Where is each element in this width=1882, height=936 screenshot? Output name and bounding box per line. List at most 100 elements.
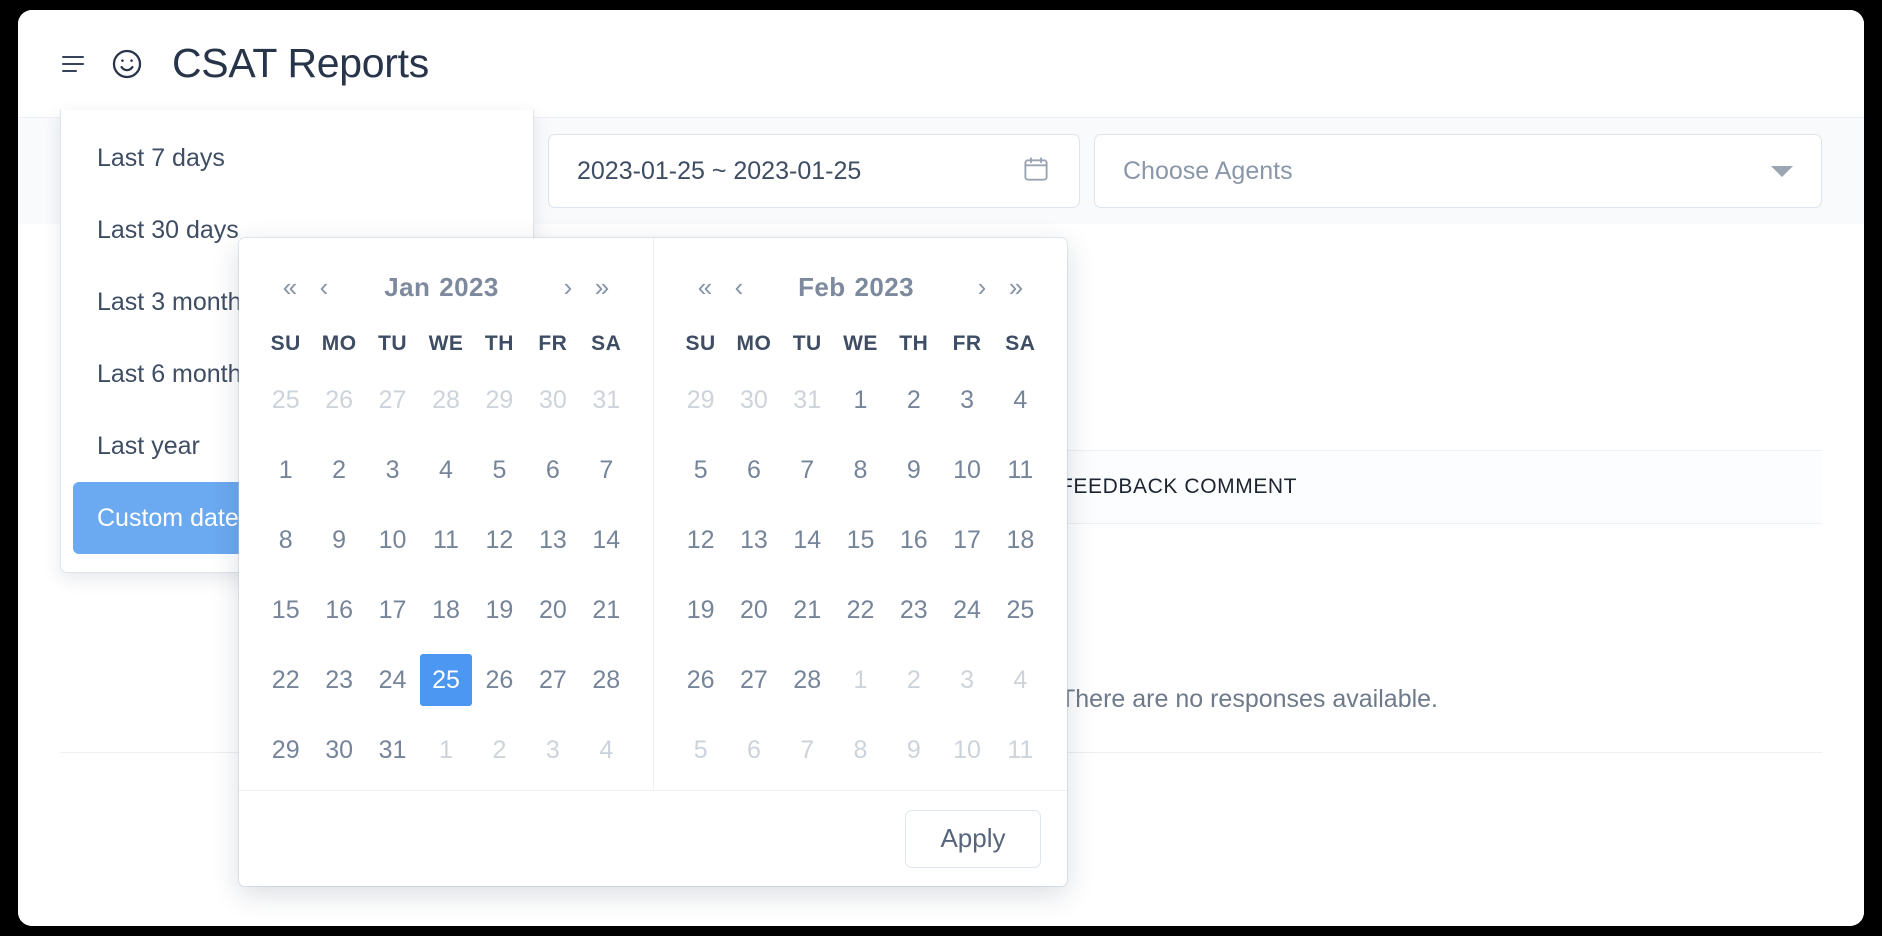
calendar-day[interactable]: 10 (940, 724, 993, 776)
calendar-day[interactable]: 4 (419, 444, 472, 496)
calendar-day[interactable]: 11 (419, 514, 472, 566)
prev-month-icon[interactable]: ‹ (307, 274, 341, 300)
calendar-day[interactable]: 27 (526, 654, 579, 706)
prev-year-icon[interactable]: « (273, 274, 307, 300)
calendar-day[interactable]: 18 (419, 584, 472, 636)
calendar-day[interactable]: 11 (994, 444, 1047, 496)
calendar-day[interactable]: 19 (473, 584, 526, 636)
calendar-day[interactable]: 28 (419, 374, 472, 426)
calendar-day[interactable]: 3 (366, 444, 419, 496)
calendar-day[interactable]: 22 (834, 584, 887, 636)
calendar-day[interactable]: 11 (994, 724, 1047, 776)
weekday-th: TH (484, 332, 514, 355)
calendar-day[interactable]: 26 (674, 654, 727, 706)
calendar-day[interactable]: 20 (727, 584, 780, 636)
option-last-7-days[interactable]: Last 7 days (73, 122, 521, 194)
next-year-icon[interactable]: » (585, 274, 619, 300)
calendar-day[interactable]: 17 (366, 584, 419, 636)
calendar-day[interactable]: 2 (887, 654, 940, 706)
calendar-day[interactable]: 12 (473, 514, 526, 566)
calendar-day[interactable]: 20 (526, 584, 579, 636)
calendar-day[interactable]: 12 (674, 514, 727, 566)
calendar-day[interactable]: 7 (781, 724, 834, 776)
calendar-day[interactable]: 16 (312, 584, 365, 636)
calendar-day[interactable]: 8 (834, 724, 887, 776)
calendar-day[interactable]: 4 (994, 374, 1047, 426)
calendar-day[interactable]: 16 (887, 514, 940, 566)
calendar-day[interactable]: 29 (259, 724, 312, 776)
calendar-day[interactable]: 24 (366, 654, 419, 706)
apply-button[interactable]: Apply (905, 809, 1041, 868)
calendar-day[interactable]: 7 (580, 444, 633, 496)
calendar-day[interactable]: 15 (259, 584, 312, 636)
calendar-day[interactable]: 1 (259, 444, 312, 496)
calendar-day[interactable]: 15 (834, 514, 887, 566)
calendar-day[interactable]: 30 (526, 374, 579, 426)
calendar-day[interactable]: 14 (580, 514, 633, 566)
calendar-day[interactable]: 2 (312, 444, 365, 496)
calendar-day[interactable]: 26 (473, 654, 526, 706)
calendar-day[interactable]: 6 (727, 724, 780, 776)
calendar-day[interactable]: 27 (366, 374, 419, 426)
date-range-input[interactable]: 2023-01-25 ~ 2023-01-25 (548, 134, 1080, 208)
calendar-day[interactable]: 31 (781, 374, 834, 426)
calendar-day[interactable]: 21 (781, 584, 834, 636)
agents-select[interactable]: Choose Agents (1094, 134, 1822, 208)
calendar-day[interactable]: 3 (940, 654, 993, 706)
calendar-day[interactable]: 30 (312, 724, 365, 776)
calendar-day[interactable]: 13 (526, 514, 579, 566)
calendar-day[interactable]: 5 (674, 724, 727, 776)
calendar-day[interactable]: 6 (526, 444, 579, 496)
calendar-day[interactable]: 3 (940, 374, 993, 426)
calendar-day[interactable]: 19 (674, 584, 727, 636)
calendar-day[interactable]: 17 (940, 514, 993, 566)
calendar-day[interactable]: 1 (419, 724, 472, 776)
prev-month-icon[interactable]: ‹ (722, 274, 756, 300)
calendar-day-selected[interactable]: 25 (419, 654, 472, 706)
calendar-day[interactable]: 10 (366, 514, 419, 566)
calendar-day[interactable]: 8 (834, 444, 887, 496)
calendar-day[interactable]: 9 (312, 514, 365, 566)
calendar-day[interactable]: 29 (674, 374, 727, 426)
calendar-day[interactable]: 5 (473, 444, 526, 496)
calendar-day[interactable]: 2 (473, 724, 526, 776)
calendar-day[interactable]: 23 (312, 654, 365, 706)
calendar-day[interactable]: 1 (834, 374, 887, 426)
calendar-day[interactable]: 31 (366, 724, 419, 776)
calendar-day[interactable]: 4 (994, 654, 1047, 706)
calendar-day[interactable]: 30 (727, 374, 780, 426)
calendar-day[interactable]: 7 (781, 444, 834, 496)
calendar-day[interactable]: 5 (674, 444, 727, 496)
calendar-day[interactable]: 13 (727, 514, 780, 566)
calendar-day[interactable]: 23 (887, 584, 940, 636)
prev-year-icon[interactable]: « (688, 274, 722, 300)
calendar-day[interactable]: 27 (727, 654, 780, 706)
calendar-day[interactable]: 1 (834, 654, 887, 706)
calendar-day[interactable]: 26 (312, 374, 365, 426)
caret-down-icon (1771, 165, 1793, 177)
calendar-day[interactable]: 2 (887, 374, 940, 426)
calendar-day[interactable]: 14 (781, 514, 834, 566)
calendar-day[interactable]: 9 (887, 724, 940, 776)
calendar-day[interactable]: 3 (526, 724, 579, 776)
next-month-icon[interactable]: › (965, 274, 999, 300)
calendar-day[interactable]: 8 (259, 514, 312, 566)
calendar-week-row: 1 2 3 4 5 6 7 (259, 444, 633, 496)
calendar-day[interactable]: 4 (580, 724, 633, 776)
calendar-day[interactable]: 6 (727, 444, 780, 496)
calendar-day[interactable]: 31 (580, 374, 633, 426)
next-year-icon[interactable]: » (999, 274, 1033, 300)
calendar-day[interactable]: 18 (994, 514, 1047, 566)
calendar-day[interactable]: 28 (580, 654, 633, 706)
calendar-day[interactable]: 24 (940, 584, 993, 636)
calendar-day[interactable]: 25 (259, 374, 312, 426)
hamburger-icon[interactable] (62, 54, 88, 74)
calendar-day[interactable]: 10 (940, 444, 993, 496)
calendar-day[interactable]: 9 (887, 444, 940, 496)
calendar-day[interactable]: 25 (994, 584, 1047, 636)
calendar-day[interactable]: 29 (473, 374, 526, 426)
calendar-day[interactable]: 21 (580, 584, 633, 636)
next-month-icon[interactable]: › (551, 274, 585, 300)
calendar-day[interactable]: 22 (259, 654, 312, 706)
calendar-day[interactable]: 28 (781, 654, 834, 706)
